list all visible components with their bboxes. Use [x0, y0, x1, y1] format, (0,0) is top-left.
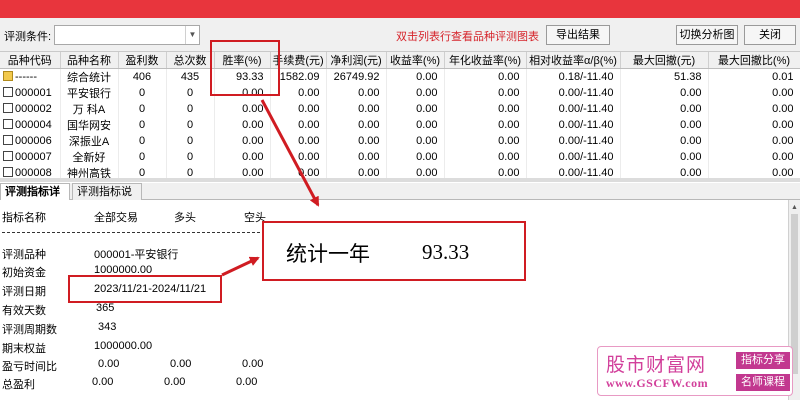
- annotation-callout: 统计一年 93.33: [262, 221, 526, 281]
- watermark-tag-share: 指标分享: [736, 352, 790, 369]
- watermark-tag-courses: 名师课程: [736, 374, 790, 391]
- watermark-title: 股市财富网: [606, 354, 707, 376]
- watermark-url: www.GSCFW.com: [606, 376, 709, 390]
- callout-text: 统计一年: [286, 242, 370, 266]
- callout-value: 93.33: [422, 240, 470, 264]
- site-watermark: 股市财富网 www.GSCFW.com 指标分享 名师课程: [597, 346, 793, 396]
- arrow-to-callout: [260, 99, 320, 207]
- annotation-arrows: [221, 99, 320, 277]
- arrow-from-date: [221, 256, 260, 277]
